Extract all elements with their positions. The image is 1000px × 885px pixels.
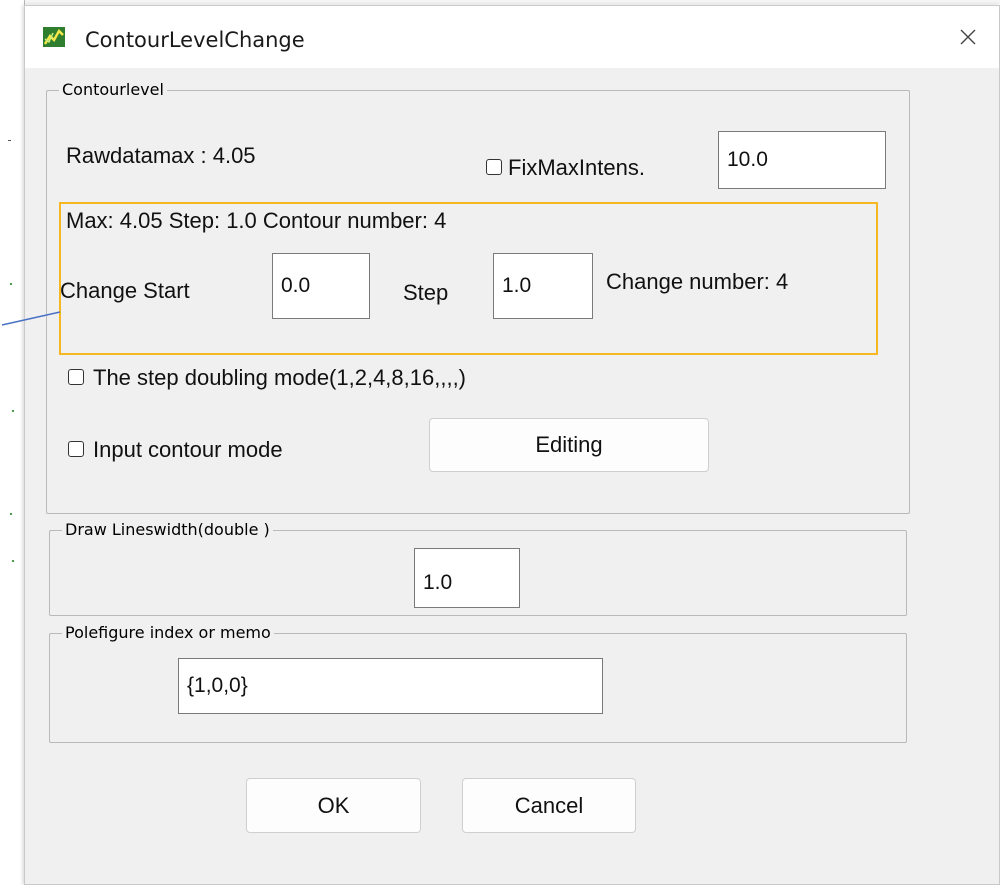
input-contour-mode-checkbox[interactable] [68,441,84,457]
input-contour-mode-label: Input contour mode [93,437,283,462]
background-plot-dot [10,283,12,285]
rawdatamax-label: Rawdatamax : 4.05 [66,143,256,168]
step-input[interactable] [493,253,593,319]
change-start-input[interactable] [272,253,370,319]
cancel-button[interactable]: Cancel [462,778,636,833]
background-plot-dot [12,560,14,562]
fix-max-input[interactable] [718,131,886,189]
line-width-input[interactable] [414,548,520,608]
chart-icon [43,27,65,47]
contour-summary: Max: 4.05 Step: 1.0 Contour number: 4 [66,208,447,233]
line-width-legend: Draw Lineswidth(double ) [62,520,273,539]
doubling-mode-checkbox[interactable] [68,369,84,385]
background-plot-dot [10,513,12,515]
contour-level-dialog: ContourLevelChange Contourlevel Rawdatam… [24,5,1000,885]
background-tick [8,140,11,141]
background-window-edge [0,0,1000,4]
step-label: Step [403,280,449,305]
close-button[interactable] [951,20,985,54]
doubling-mode-label: The step doubling mode(1,2,4,8,16,,,,) [93,365,467,390]
ok-button[interactable]: OK [246,778,421,833]
change-start-label: Change Start [60,278,190,303]
title-bar: ContourLevelChange [25,6,999,68]
fix-max-checkbox[interactable] [486,159,502,175]
background-window [0,0,25,600]
memo-input[interactable] [178,658,603,714]
editing-button[interactable]: Editing [429,418,709,472]
dialog-title: ContourLevelChange [85,28,305,52]
close-icon [960,29,976,45]
memo-legend: Polefigure index or memo [62,623,274,642]
background-plot-dot [12,410,14,412]
fix-max-label: FixMaxIntens. [508,155,645,180]
contour-level-legend: Contourlevel [59,80,167,99]
change-number-label: Change number: 4 [606,269,789,294]
